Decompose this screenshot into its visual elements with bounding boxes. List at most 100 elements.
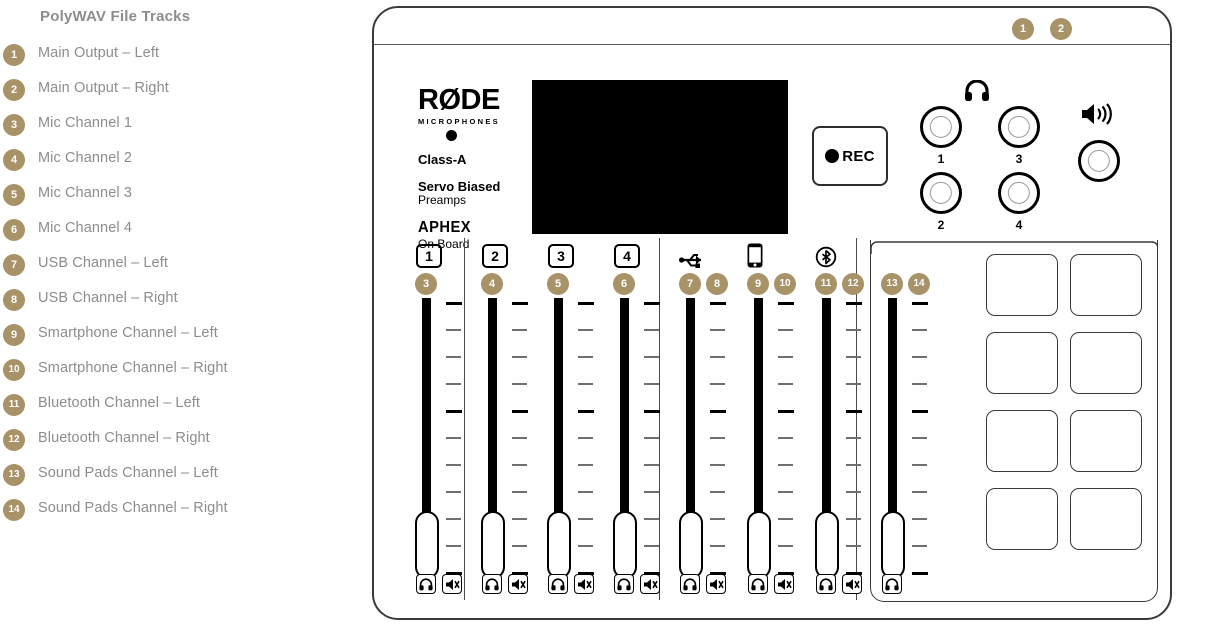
fader-track-4 [620,298,629,526]
solo-button-3[interactable] [548,574,568,594]
legend-label-6: Mic Channel 4 [38,220,132,236]
fader-tick [644,437,659,439]
fader-tick [644,545,659,547]
mute-button-3[interactable] [574,574,594,594]
solo-button-4[interactable] [614,574,634,594]
channel-badges-3: 5 [546,273,604,295]
aphex-logo-text: APHEX [418,218,472,236]
mute-button-2[interactable] [508,574,528,594]
fader-tick [778,464,793,466]
fader-tick [710,518,725,520]
fader-tick [644,410,660,413]
legend-badge-7: 7 [3,254,25,276]
fader-tick [446,491,461,493]
channel-button-row-5 [680,574,726,594]
fader-tick [644,302,660,305]
headphone-knob-2-label: 2 [937,218,945,232]
channel-badge-8: 8 [706,273,728,295]
legend-label-4: Mic Channel 2 [38,150,132,166]
fader-3 [546,298,604,581]
fader-handle-6[interactable] [747,511,771,581]
channel-number-box-1: 1 [416,244,442,268]
channel-badge-7: 7 [679,273,701,295]
headphone-knob-1[interactable] [920,106,962,148]
legend-badge-6: 6 [3,219,25,241]
fader-scale-7 [846,298,866,575]
solo-button-6[interactable] [748,574,768,594]
legend-badge-8: 8 [3,289,25,311]
fader-handle-3[interactable] [547,511,571,581]
fader-7 [814,298,872,581]
solo-button-2[interactable] [482,574,502,594]
fader-tick [710,491,725,493]
mute-button-4[interactable] [640,574,660,594]
fader-6 [746,298,804,581]
rode-logo-text: RØDE [418,84,500,116]
fader-tick [512,383,527,385]
headphone-knob-2[interactable] [920,172,962,214]
solo-button-5[interactable] [680,574,700,594]
fader-handle-1[interactable] [415,511,439,581]
fader-1 [414,298,472,581]
solo-button-1[interactable] [416,574,436,594]
channel-strip-4: 46 [612,244,670,295]
sound-pad-8[interactable] [1070,488,1142,550]
fader-handle-2[interactable] [481,511,505,581]
monitor-volume-knob[interactable] [1078,140,1120,182]
solo-button-7[interactable] [816,574,836,594]
touchscreen-display[interactable] [532,80,788,234]
brand-block: RØDE MICROPHONES Class-A Servo Biased Pr… [418,86,528,251]
mute-button-7[interactable] [842,574,862,594]
channel-badges-4: 6 [612,273,670,295]
fader-tick [578,518,593,520]
sound-pad-7[interactable] [986,488,1058,550]
fader-track-2 [488,298,497,526]
fader-handle-7[interactable] [815,511,839,581]
channel-strip-6: 9 10 [746,243,804,295]
fader-tick [512,518,527,520]
fader-tick [846,545,861,547]
fader-handle-5[interactable] [679,511,703,581]
fader-tick [512,329,527,331]
channel-button-row-7 [816,574,862,594]
fader-tick [846,356,861,358]
badge-main-out-left: 1 [1012,18,1034,40]
sound-pad-1[interactable] [986,254,1058,316]
fader-handle-4[interactable] [613,511,637,581]
legend-badge-12: 12 [3,429,25,451]
mute-button-6[interactable] [774,574,794,594]
sound-pad-4[interactable] [1070,332,1142,394]
sound-pad-5[interactable] [986,410,1058,472]
channel-badge-12: 12 [842,273,864,295]
fader-tick [512,545,527,547]
fader-tick [710,356,725,358]
smartphone-icon [746,243,804,268]
headphone-knob-3[interactable] [998,106,1040,148]
channel-badge-4: 4 [481,273,503,295]
record-button-label: REC [842,147,875,165]
sound-pad-6[interactable] [1070,410,1142,472]
sound-pad-2[interactable] [1070,254,1142,316]
sound-pad-3[interactable] [986,332,1058,394]
legend-label-2: Main Output – Right [38,80,169,96]
mute-button-5[interactable] [706,574,726,594]
legend-label-8: USB Channel – Right [38,290,178,306]
legend-label-12: Bluetooth Channel – Right [38,430,210,446]
channel-badge-10: 10 [774,273,796,295]
channel-badge-6: 6 [613,273,635,295]
channel-button-row-2 [482,574,528,594]
record-button[interactable]: REC [812,126,888,186]
headphone-knob-4[interactable] [998,172,1040,214]
mute-button-1[interactable] [442,574,462,594]
sound-pad-grid [986,254,1146,550]
fader-tick [846,518,861,520]
fader-tick [846,383,861,385]
usb-icon [678,244,736,268]
channel-button-row-4 [614,574,660,594]
speaker-icon [1080,103,1112,130]
channel-button-row-3 [548,574,594,594]
fader-tick [512,464,527,466]
preamp-line-3: Preamps [418,193,467,208]
legend-label-11: Bluetooth Channel – Left [38,395,201,411]
fader-4 [612,298,670,581]
